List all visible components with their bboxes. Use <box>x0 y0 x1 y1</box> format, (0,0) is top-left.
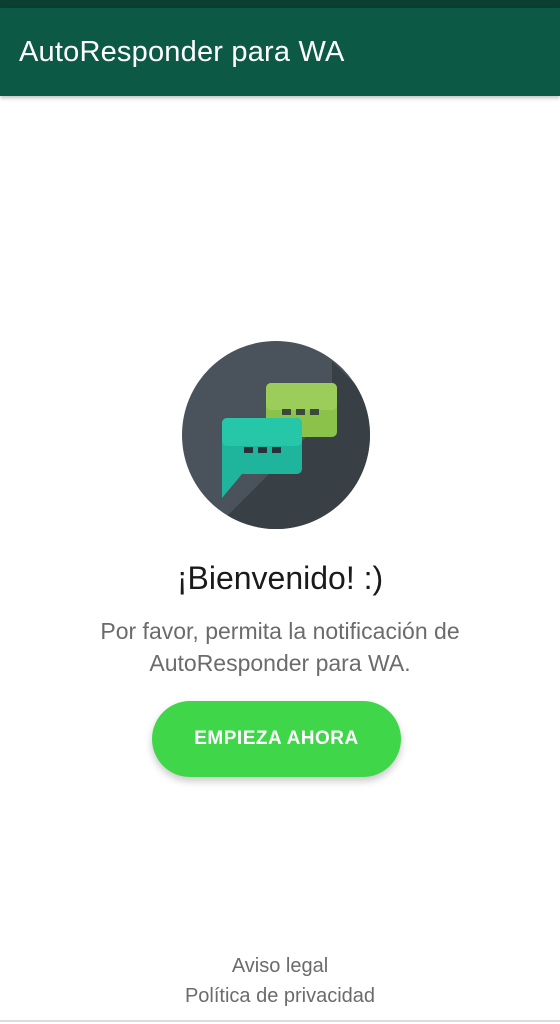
status-bar <box>0 0 560 8</box>
app-title: AutoResponder para WA <box>19 36 345 68</box>
welcome-heading: ¡Bienvenido! :) <box>176 560 384 596</box>
screen: AutoResponder para WA ¡Bienvenido! :) Po… <box>0 0 560 1024</box>
chat-bubbles-icon <box>182 341 370 529</box>
bottom-divider <box>0 1020 560 1022</box>
welcome-message: Por favor, permita la notificación de Au… <box>100 618 460 676</box>
privacy-policy-link[interactable]: Política de privacidad <box>0 985 560 1008</box>
start-button[interactable]: EMPIEZA AHORA <box>152 701 401 777</box>
legal-notice-link[interactable]: Aviso legal <box>0 955 560 978</box>
app-bar: AutoResponder para WA <box>0 8 560 96</box>
